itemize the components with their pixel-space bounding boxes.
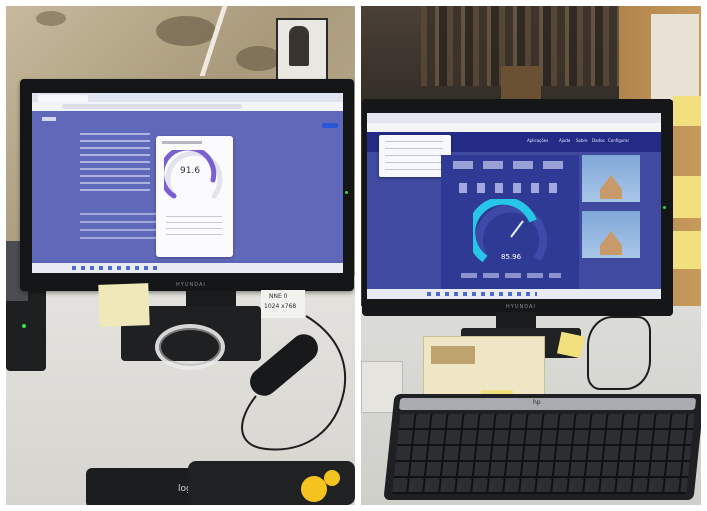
- blue-button: [322, 123, 338, 128]
- ping-icons: [459, 183, 559, 193]
- speed-gauge: [164, 150, 223, 199]
- keyboard-top-panel: [398, 398, 697, 410]
- card-header-line: [162, 141, 202, 144]
- card-text-lines: [166, 216, 222, 236]
- mousepad-graphic: [324, 470, 340, 486]
- speed-value: 85.96: [501, 253, 522, 261]
- address-bar: [367, 123, 661, 132]
- note-line2: 1024 x768: [264, 303, 297, 310]
- keyboard-rows: [392, 414, 695, 494]
- url-field: [62, 104, 242, 109]
- wall-poster-figure: [289, 26, 309, 66]
- paper-sheet: [651, 14, 699, 100]
- nav-item: Aplicações: [527, 138, 549, 143]
- speedtest-panel: 85.96: [441, 155, 579, 295]
- scanner-cable: [241, 315, 347, 451]
- sticky-note: [673, 96, 701, 126]
- ad-building: [600, 175, 622, 199]
- google-logo: [42, 117, 56, 121]
- speedtest-card: 91.6: [156, 136, 233, 257]
- cable-bundle: [587, 316, 651, 390]
- taskbar-icons: [427, 292, 537, 296]
- keyboard-brand: hp: [533, 399, 541, 406]
- right-photo: HYUNDAI Aplicações Ajuda Sobre Dados Con…: [361, 6, 701, 505]
- taskbar-icons: [72, 266, 162, 270]
- power-led: [345, 191, 348, 194]
- nav-item: Sobre: [576, 138, 588, 143]
- note-line1: NNE 0: [269, 293, 288, 300]
- monitor-screen: 91.6: [32, 93, 343, 273]
- browser-tab: [38, 95, 88, 102]
- keyboard: [383, 394, 701, 500]
- popup-lines: [385, 141, 443, 171]
- browser-tabbar: [367, 113, 661, 123]
- wall-stain: [236, 46, 281, 71]
- power-led: [663, 206, 666, 209]
- tape-roll: [155, 324, 225, 370]
- result-bar: [461, 273, 561, 278]
- device-led: [22, 324, 26, 328]
- monitor-screen: Aplicações Ajuda Sobre Dados Configurar …: [367, 113, 661, 299]
- ad-building: [600, 231, 622, 255]
- label-box: [431, 346, 475, 364]
- ad-image-bottom: [582, 211, 640, 258]
- left-photo: HYUNDAI 91.6 NNE 0 1024 x768: [6, 6, 355, 505]
- monitor-brand: HYUNDAI: [506, 304, 536, 310]
- search-results-lines: [80, 213, 160, 243]
- nav-item: Configurar: [608, 138, 630, 143]
- sticky-note: [98, 283, 150, 327]
- search-results-lines: [80, 133, 150, 193]
- nav-item: Ajuda: [559, 138, 571, 143]
- sticky-note: [556, 331, 586, 359]
- server-info: [453, 161, 563, 169]
- ad-image-top: [582, 155, 640, 202]
- nav-item: Dados: [592, 138, 605, 143]
- wall-stain: [156, 16, 216, 46]
- mousepad-graphic: [301, 476, 327, 502]
- wall-stain: [36, 11, 66, 26]
- monitor-brand: HYUNDAI: [176, 282, 206, 288]
- speed-value: 91.6: [180, 166, 201, 176]
